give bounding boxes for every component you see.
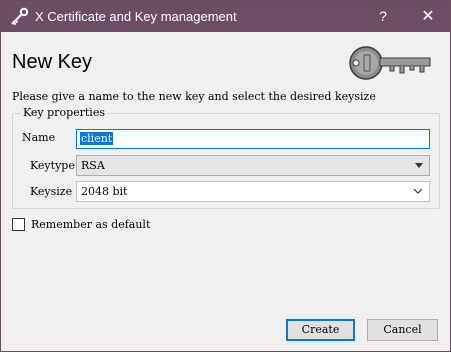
name-label: Name: [22, 131, 56, 144]
window-title: X Certificate and Key management: [35, 9, 237, 24]
dialog-window: X Certificate and Key management ? ✕ New…: [0, 0, 451, 352]
keytype-value: RSA: [81, 159, 105, 172]
key-image: [349, 46, 431, 80]
close-button[interactable]: ✕: [406, 1, 450, 32]
keytype-select[interactable]: RSA: [76, 155, 430, 176]
help-button[interactable]: ?: [365, 1, 401, 32]
name-value: client: [80, 132, 114, 145]
keysize-label: Keysize: [30, 185, 73, 198]
page-title: New Key: [12, 51, 93, 73]
cancel-button[interactable]: Cancel: [367, 319, 438, 341]
name-input[interactable]: client: [76, 129, 430, 149]
title-bar[interactable]: X Certificate and Key management ? ✕: [1, 1, 450, 32]
remember-checkbox[interactable]: [12, 218, 25, 231]
dropdown-arrow-icon: [415, 163, 423, 168]
keytype-label: Keytype: [30, 159, 75, 172]
key-icon: [11, 7, 29, 26]
keysize-value: 2048 bit: [81, 185, 128, 198]
instruction-text: Please give a name to the new key and se…: [12, 90, 376, 103]
create-button[interactable]: Create: [286, 319, 355, 341]
chevron-down-icon: [413, 188, 423, 194]
key-properties-title: Key properties: [21, 106, 107, 119]
remember-label[interactable]: Remember as default: [31, 218, 150, 231]
keysize-select[interactable]: 2048 bit: [76, 181, 430, 202]
